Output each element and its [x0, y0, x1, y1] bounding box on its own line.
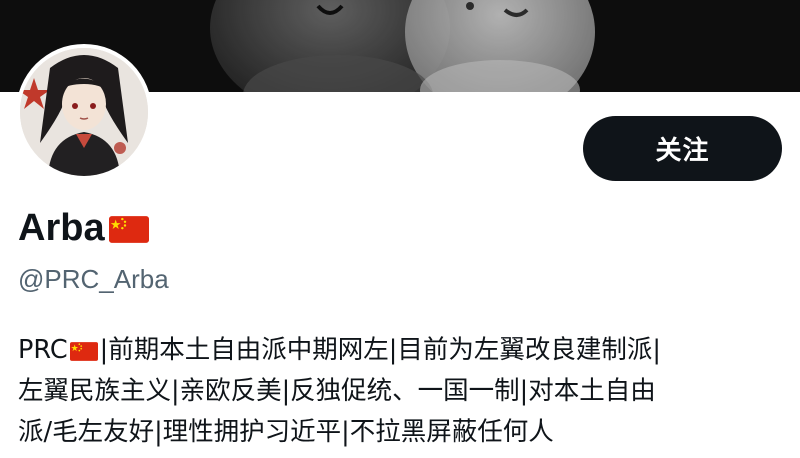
- bio-line-1: PRC |前期本土自由派中期网左|目前为左翼改良建制派|: [18, 330, 793, 371]
- handle: @PRC_Arba: [18, 264, 169, 294]
- display-name-row: Arba: [18, 206, 149, 250]
- bio-lead: PRC: [18, 335, 68, 365]
- bio-line-1-text: |前期本土自由派中期网左|目前为左翼改良建制派|: [99, 335, 661, 365]
- china-flag-icon: [108, 215, 149, 243]
- avatar-image: [20, 48, 148, 176]
- display-name: Arba: [18, 207, 105, 249]
- bio-line-3: 派/毛左友好|理性拥护习近平|不拉黑屏蔽任何人: [18, 417, 554, 447]
- bio-line-2: 左翼民族主义|亲欧反美|反独促统、一国一制|对本土自由: [18, 376, 656, 406]
- bio: PRC |前期本土自由派中期网左|目前为左翼改良建制派| 左翼民族主义|亲欧反美…: [18, 330, 793, 453]
- follow-button[interactable]: 关注: [583, 116, 782, 181]
- avatar[interactable]: [16, 44, 152, 180]
- china-flag-icon: [69, 342, 98, 361]
